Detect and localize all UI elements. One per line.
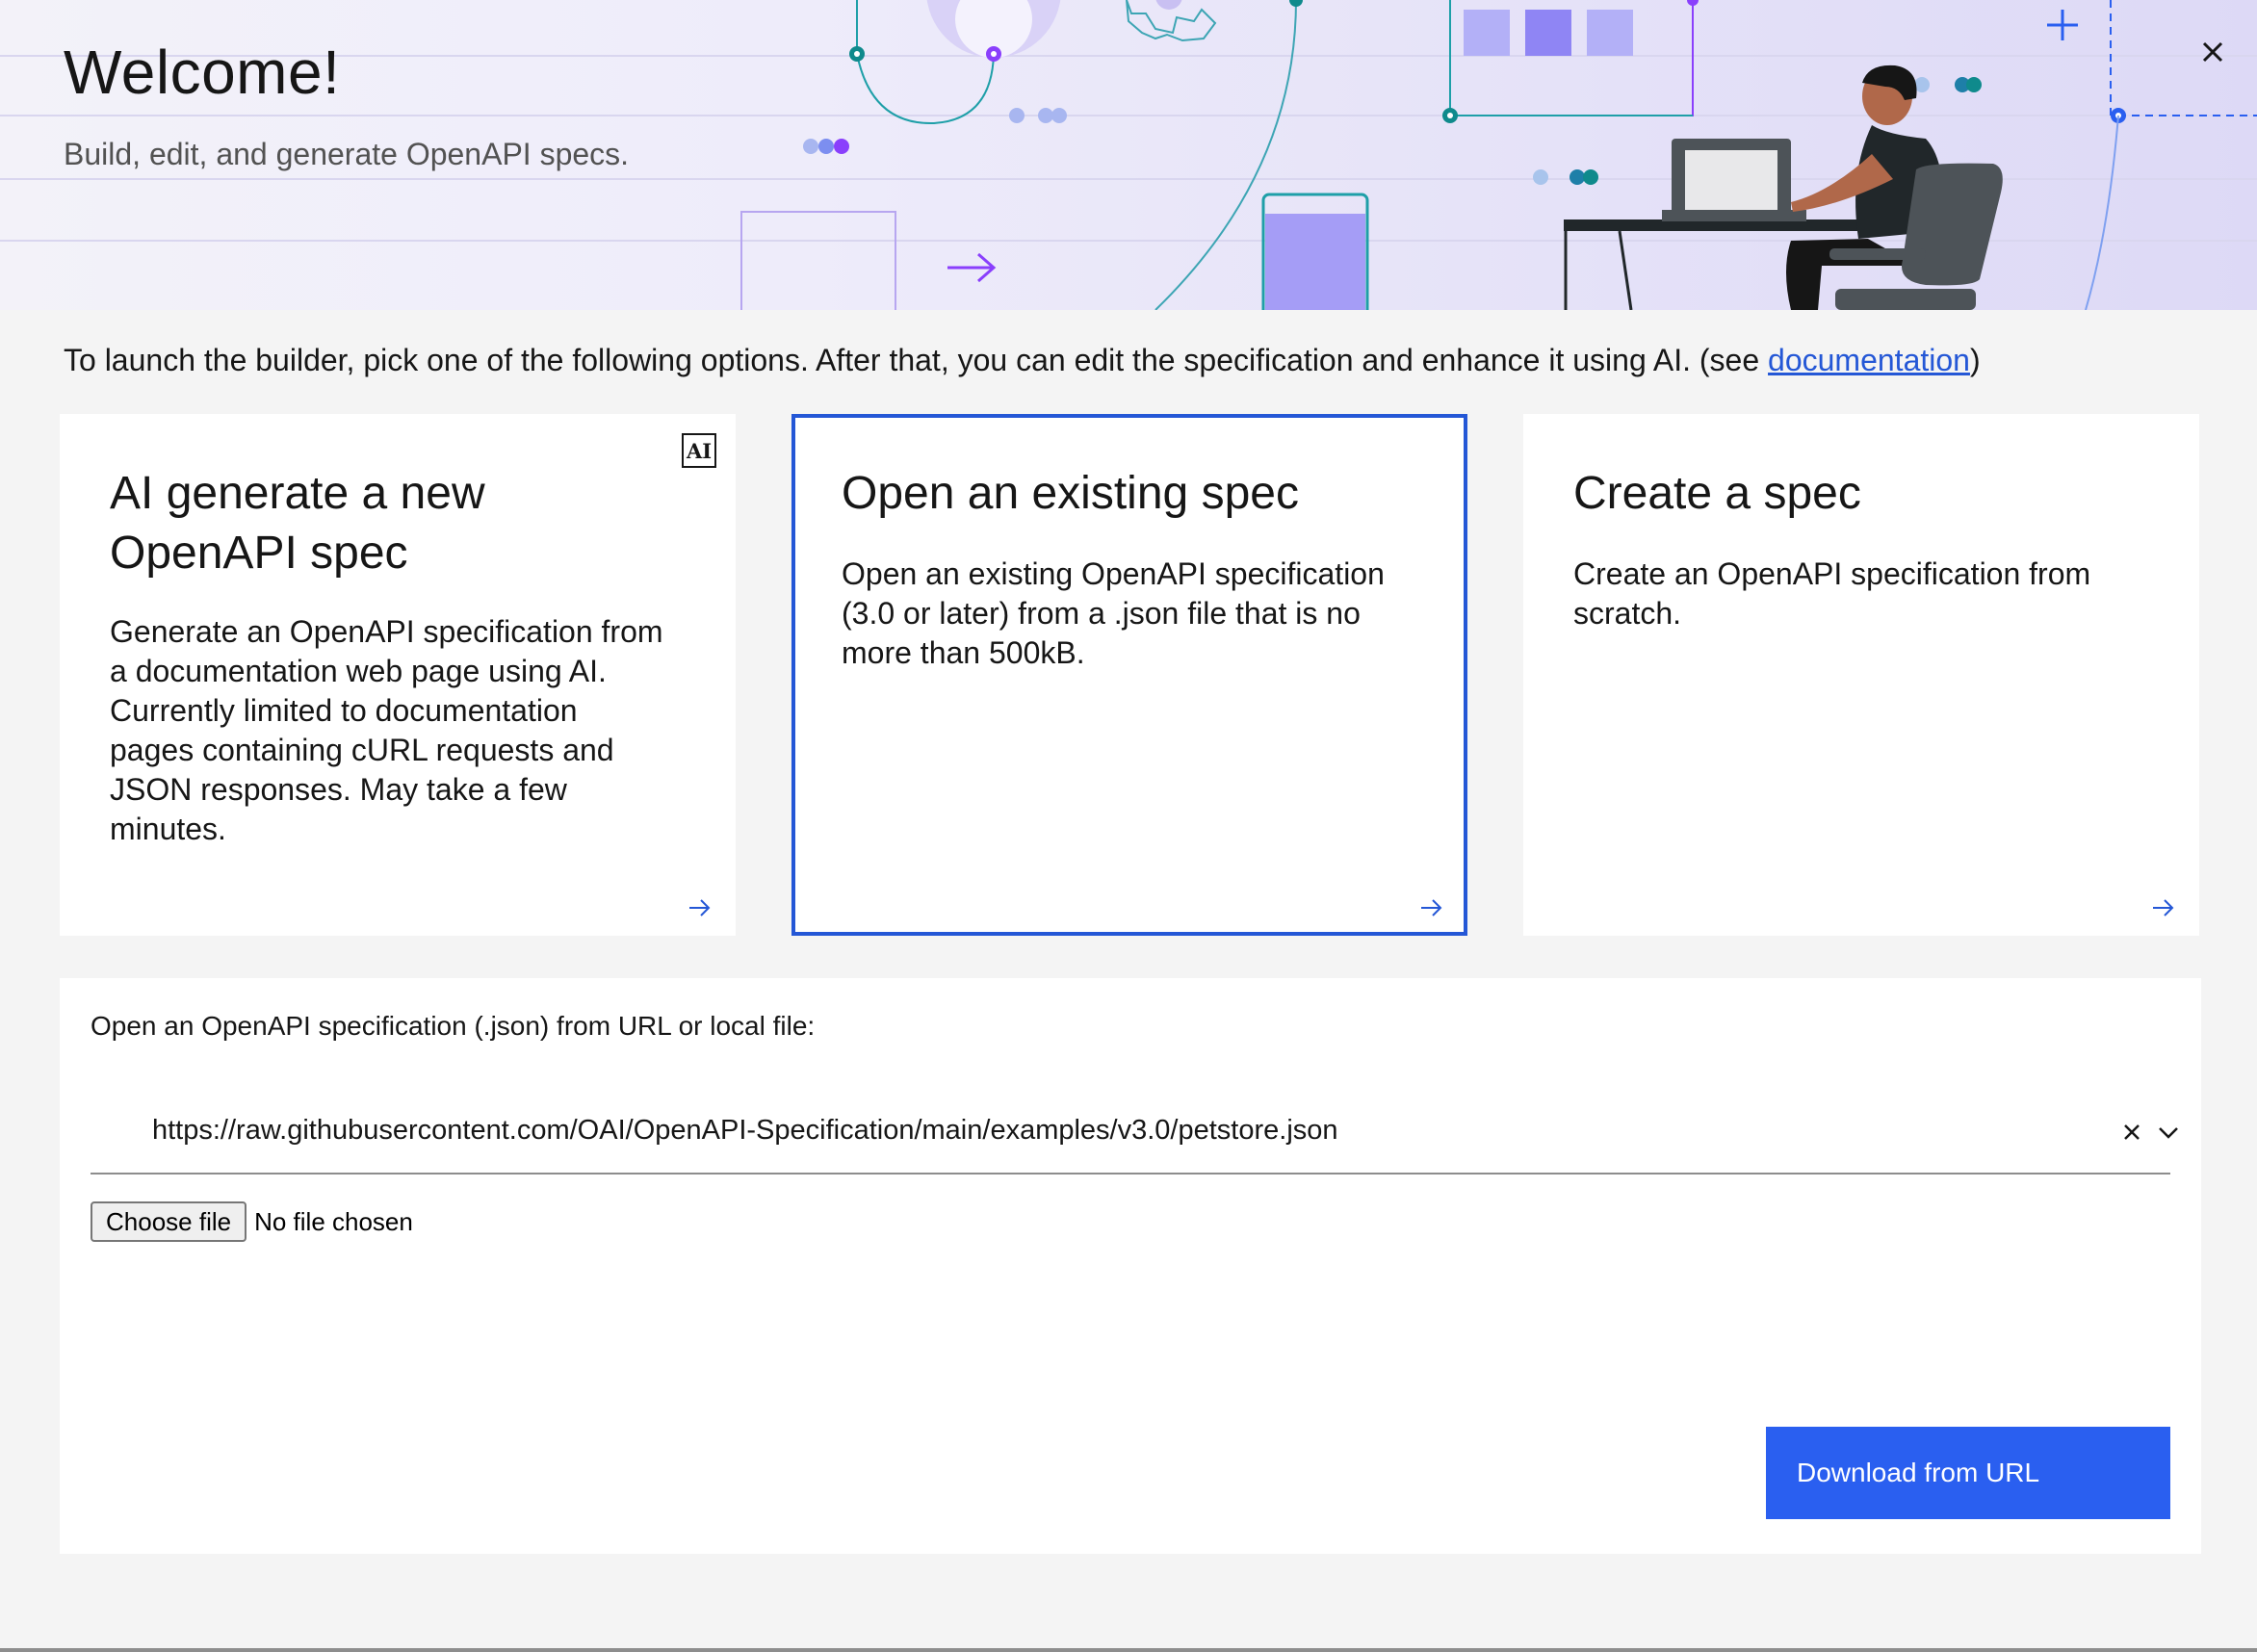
card-description: Create an OpenAPI specification from scr… [1573, 556, 2091, 631]
file-status: No file chosen [254, 1206, 413, 1236]
page-title: Welcome! [64, 38, 341, 107]
documentation-link[interactable]: documentation [1768, 343, 1970, 377]
card-open-existing[interactable]: Open an existing spec Open an existing O… [791, 414, 1467, 936]
card-create-spec[interactable]: Create a spec Create an OpenAPI specific… [1523, 414, 2199, 936]
card-description: Open an existing OpenAPI specification (… [842, 556, 1385, 670]
close-icon [2202, 41, 2223, 63]
arrow-right-icon [2153, 899, 2174, 916]
choose-file-button[interactable]: Choose file [91, 1201, 247, 1242]
close-button[interactable] [2184, 23, 2242, 81]
arrow-right-icon [689, 899, 711, 916]
url-input[interactable]: https://raw.githubusercontent.com/OAI/Op… [152, 1115, 1338, 1147]
intro-text: To launch the builder, pick one of the f… [64, 343, 1981, 378]
file-picker: Choose file No file chosen [91, 1201, 413, 1242]
bottom-divider [0, 1648, 2257, 1652]
page-subtitle: Build, edit, and generate OpenAPI specs. [64, 137, 630, 171]
welcome-header: Welcome! Build, edit, and generate OpenA… [0, 0, 2257, 310]
arrow-right-icon [1421, 899, 1442, 916]
download-from-url-button[interactable]: Download from URL [1766, 1427, 2170, 1519]
url-combobox[interactable]: https://raw.githubusercontent.com/OAI/Op… [91, 1094, 2178, 1174]
open-spec-label: Open an OpenAPI specification (.json) fr… [91, 1011, 816, 1041]
card-title: Create a spec [1573, 468, 1861, 519]
card-ai-generate[interactable]: AI AI generate a new OpenAPI spec Genera… [60, 414, 736, 936]
card-description: Generate an OpenAPI specification from a… [110, 614, 663, 846]
open-spec-panel: Open an OpenAPI specification (.json) fr… [60, 978, 2201, 1554]
intro-suffix: ) [1969, 343, 1981, 377]
welcome-modal: Welcome! Build, edit, and generate OpenA… [0, 0, 2257, 1652]
chevron-down-icon[interactable] [2155, 1119, 2182, 1146]
card-title: Open an existing spec [842, 468, 1299, 519]
intro-sentence: To launch the builder, pick one of the f… [64, 343, 1769, 377]
clear-icon[interactable] [2118, 1119, 2145, 1146]
ai-badge: AI [682, 433, 716, 468]
card-title: AI generate a new OpenAPI spec [110, 468, 485, 579]
